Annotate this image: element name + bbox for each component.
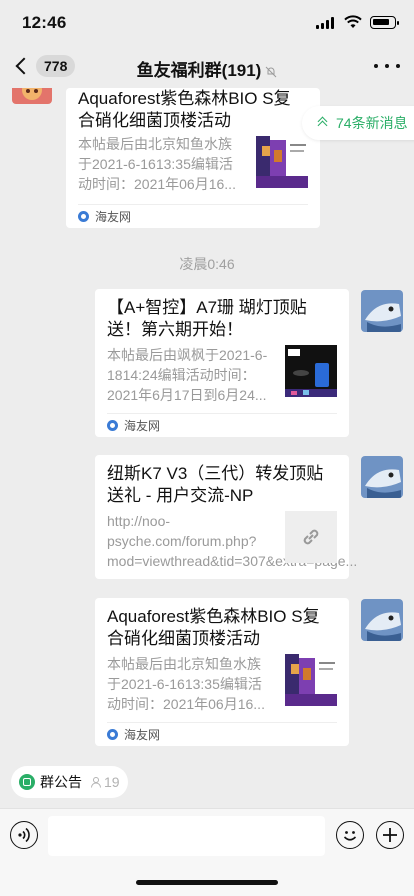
card-description: 本帖最后由飒枫于2021-6-1814:24编辑活动时间：2021年6月17日到…	[107, 347, 268, 403]
card-description: 本帖最后由北京知鱼水族于2021-6-1613:35编辑活动时间：2021年06…	[107, 656, 265, 712]
battery-icon	[370, 16, 399, 29]
card-thumbnail	[285, 654, 337, 706]
chat-title: 鱼友福利群(191)	[0, 56, 414, 81]
announcement-label: 群公告	[40, 774, 82, 790]
card-title: Aquaforest紫色森林BIO S复合硝化细菌顶楼活动	[78, 89, 291, 130]
wifi-icon	[344, 15, 362, 28]
home-indicator[interactable]	[136, 880, 278, 885]
voice-input-button[interactable]	[10, 821, 38, 849]
source-label: 海友网	[124, 419, 161, 433]
emoji-button[interactable]	[336, 821, 364, 849]
chat-messages-area[interactable]: Aquaforest紫色森林BIO S复合硝化细菌顶楼活动 本帖最后由北京知鱼水…	[0, 88, 414, 756]
sender-avatar[interactable]	[12, 88, 52, 104]
card-title: Aquaforest紫色森林BIO S复合硝化细菌顶楼活动	[107, 607, 320, 648]
message-text-input[interactable]	[48, 816, 325, 856]
my-avatar[interactable]	[361, 290, 403, 332]
mute-bell-icon	[265, 66, 277, 77]
announcement-icon	[19, 774, 35, 790]
new-messages-button[interactable]: 74条新消息	[302, 106, 414, 140]
card-description: 本帖最后由北京知鱼水族于2021-6-1613:35编辑活动时间：2021年06…	[78, 136, 236, 192]
my-avatar[interactable]	[361, 599, 403, 641]
card-thumbnail	[256, 136, 308, 188]
group-announcement-button[interactable]: 群公告 19	[11, 766, 128, 798]
new-messages-label: 74条新消息	[336, 115, 408, 131]
card-source: 海友网	[78, 204, 308, 228]
nav-bar: 778 鱼友福利群(191)	[0, 44, 414, 88]
card-title: 【A+智控】A7珊 瑚灯顶贴送！第六期开始！	[107, 298, 307, 339]
chat-timestamp: 凌晨0:46	[179, 256, 235, 272]
more-options-button[interactable]	[374, 58, 400, 74]
source-logo-icon	[107, 420, 118, 431]
double-chevron-up-icon	[318, 117, 328, 129]
link-card-message[interactable]: Aquaforest紫色森林BIO S复合硝化细菌顶楼活动 本帖最后由北京知鱼水…	[66, 88, 320, 228]
card-title: 纽斯K7 V3（三代）转发顶贴送礼 - 用户交流-NP	[107, 464, 324, 505]
chat-title-text: 鱼友福利群(191)	[136, 61, 262, 80]
my-avatar[interactable]	[361, 456, 403, 498]
announcement-reader-count: 19	[104, 774, 120, 790]
more-functions-button[interactable]	[376, 821, 404, 849]
card-thumbnail	[285, 511, 337, 563]
plus-icon	[383, 828, 397, 842]
avatar-image	[12, 88, 52, 104]
card-source: 海友网	[107, 413, 337, 437]
link-card-message[interactable]: 【A+智控】A7珊 瑚灯顶贴送！第六期开始！ 本帖最后由飒枫于2021-6-18…	[95, 289, 349, 437]
smiley-icon	[343, 831, 357, 841]
card-source: 海友网	[107, 722, 337, 746]
source-logo-icon	[107, 729, 118, 740]
link-card-message[interactable]: Aquaforest紫色森林BIO S复合硝化细菌顶楼活动 本帖最后由北京知鱼水…	[95, 598, 349, 746]
status-bar: 12:46	[0, 0, 414, 44]
source-label: 海友网	[124, 728, 161, 742]
link-card-message[interactable]: 纽斯K7 V3（三代）转发顶贴送礼 - 用户交流-NP http://noo-p…	[95, 455, 358, 579]
source-logo-icon	[78, 211, 89, 222]
status-time: 12:46	[22, 13, 67, 32]
person-icon	[91, 777, 101, 788]
source-label: 海友网	[95, 210, 132, 224]
card-description: http://noo-psyche.com/forum.php?mod=view…	[107, 513, 358, 569]
link-icon	[303, 529, 319, 545]
card-thumbnail	[285, 345, 337, 397]
fish-avatar-image	[361, 290, 403, 332]
fish-avatar-image	[361, 456, 403, 498]
voice-icon	[18, 827, 30, 843]
cellular-signal-icon	[316, 17, 336, 29]
fish-avatar-image	[361, 599, 403, 641]
